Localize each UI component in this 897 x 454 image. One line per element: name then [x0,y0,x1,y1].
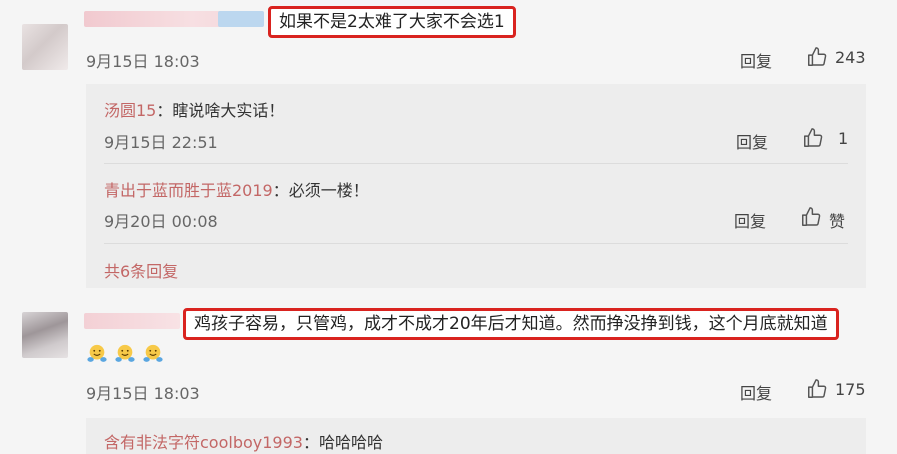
reply-button[interactable]: 回复 [740,48,772,72]
divider [104,243,848,244]
reply-text: ：必须一楼！ [272,181,369,200]
hug-emoji-icon [115,344,135,362]
reply-button[interactable]: 回复 [736,129,768,153]
like-label[interactable]: 赞 [829,208,845,232]
reply-button[interactable]: 回复 [740,380,772,404]
reply-text: ：瞎说啥大实话！ [156,101,285,120]
reply-item: 含有非法字符coolboy1993：哈哈哈哈 [104,429,383,453]
comment-text: 鸡孩子容易，只管鸡，成才不成才20年后才知道。然而挣没挣到钱，这个月底就知道 [194,314,828,334]
reply-text: ：哈哈哈哈 [302,433,383,452]
username-blurred[interactable] [84,313,180,329]
divider [104,163,848,164]
comment-text-highlighted: 鸡孩子容易，只管鸡，成才不成才20年后才知道。然而挣没挣到钱，这个月底就知道 [183,308,839,340]
thumbs-up-icon[interactable] [800,206,822,228]
avatar[interactable] [22,312,68,358]
reply-button[interactable]: 回复 [734,208,766,232]
hug-emoji-icon [87,344,107,362]
thumbs-up-icon[interactable] [806,46,828,68]
comment-time: 9月15日 18:03 [86,52,200,71]
thumbs-up-icon[interactable] [802,127,824,149]
avatar[interactable] [22,24,68,70]
like-count: 243 [835,48,866,67]
thumbs-up-icon[interactable] [806,378,828,400]
view-more-replies-link[interactable]: 共6条回复 [104,258,178,282]
hug-emoji-icon [143,344,163,362]
like-count: 1 [838,129,849,148]
reply-time: 9月20日 00:08 [104,212,218,231]
reply-username[interactable]: 青出于蓝而胜于蓝2019 [104,181,273,200]
reply-username[interactable]: 含有非法字符coolboy1993 [104,433,303,452]
username-blurred-badge [218,11,264,27]
reply-time: 9月15日 22:51 [104,133,218,152]
reply-item: 汤圆15：瞎说啥大实话！ [104,97,284,121]
comment-text-highlighted: 如果不是2太难了大家不会选1 [268,6,516,38]
comment-time: 9月15日 18:03 [86,384,200,403]
comment-text: 如果不是2太难了大家不会选1 [279,12,505,32]
reply-item: 青出于蓝而胜于蓝2019：必须一楼！ [104,177,369,201]
reply-username[interactable]: 汤圆15 [104,101,156,120]
like-count: 175 [835,380,866,399]
